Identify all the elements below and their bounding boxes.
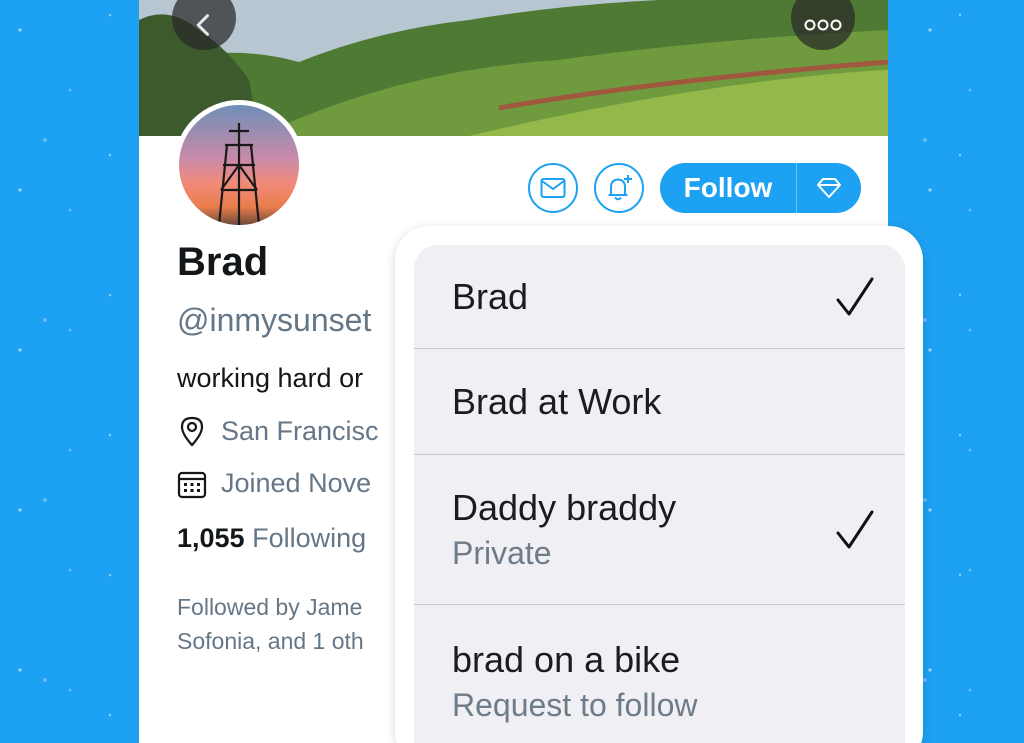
bell-plus-icon [608,175,632,201]
notifications-button[interactable] [594,163,644,213]
account-option-status: Request to follow [452,687,698,723]
account-switcher-popover: Brad Brad at Work Daddy braddy Private b… [395,226,923,743]
account-option[interactable]: Daddy braddy Private [414,455,905,605]
more-horizontal-icon [804,19,842,31]
profile-bio: working hard or [177,363,364,393]
account-option[interactable]: Brad at Work [414,349,905,455]
profile-joined: Joined Nove [177,468,371,499]
avatar[interactable] [174,100,304,230]
account-option-name: Brad at Work [452,380,662,422]
chevron-left-icon [196,14,209,36]
mail-icon [540,178,566,198]
checkmark-icon [836,510,874,548]
checkmark-icon [836,277,874,315]
account-list: Brad Brad at Work Daddy braddy Private b… [414,245,905,743]
followed-by-line-2: Sofonia, and 1 oth [177,628,364,654]
profile-location-text: San Francisc [221,415,379,446]
location-pin-icon [180,416,204,447]
followed-by-line-1: Followed by Jame [177,594,363,620]
profile-joined-text: Joined Nove [221,468,372,498]
following-label: Following [252,523,367,553]
account-option-name: brad on a bike [452,639,681,680]
follow-button[interactable]: Follow [660,163,861,213]
diamond-icon [817,178,841,198]
account-option[interactable]: Brad [414,245,905,349]
following-count: 1,055 [177,523,245,553]
follow-button-label: Follow [683,172,773,203]
profile-handle: @inmysunset [177,302,372,338]
message-button[interactable] [528,163,578,213]
super-follow-toggle[interactable] [797,177,861,199]
following-stat[interactable]: 1,055 Following [177,523,366,554]
profile-location: San Francisc [177,415,379,447]
calendar-icon [177,471,207,498]
profile-name: Brad [177,240,269,284]
account-option[interactable]: brad on a bike Request to follow [414,605,905,743]
followed-by[interactable]: Followed by Jame Sofonia, and 1 oth [177,590,364,658]
